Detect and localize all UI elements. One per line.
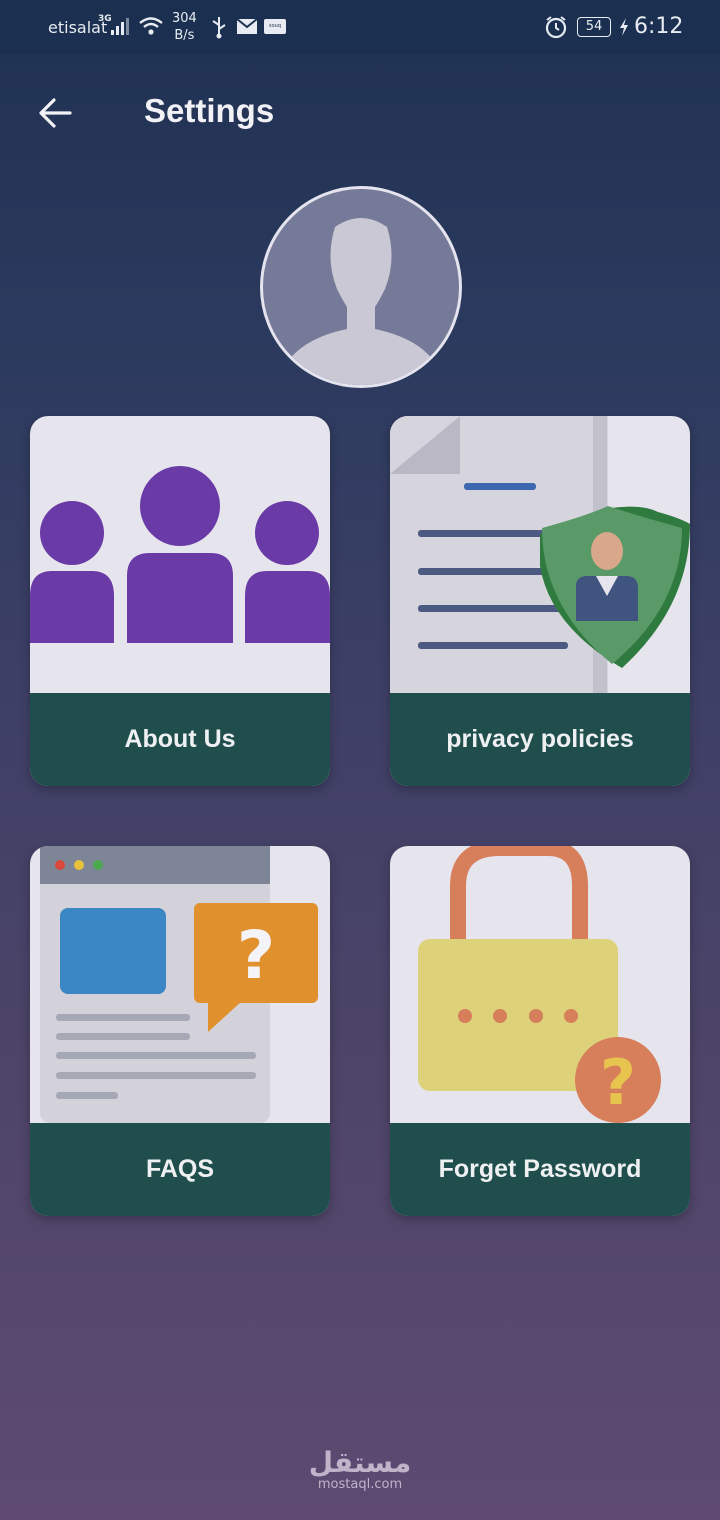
document-shield-icon [390, 416, 690, 693]
signal-icon [111, 18, 129, 35]
battery-icon: 54 [577, 17, 611, 37]
card-label: FAQS [30, 1123, 330, 1216]
speed-value: 304 [172, 11, 197, 26]
watermark-domain: mostaql.com [317, 1477, 403, 1492]
clock-time: 6:12 [634, 14, 684, 39]
watermark-arabic: مستقل [308, 1446, 412, 1479]
people-group-icon [30, 466, 330, 643]
usb-icon [212, 17, 226, 39]
app-notification-icon: souq [264, 19, 286, 34]
page-title: Settings [144, 92, 275, 129]
forget-password-card[interactable]: ? Forget Password [390, 846, 690, 1216]
svg-text:?: ? [237, 917, 275, 994]
faqs-card[interactable]: ? FAQS [30, 846, 330, 1216]
mail-icon [236, 18, 258, 34]
card-label: privacy policies [390, 693, 690, 786]
watermark-logo: مستقل mostaql.com [300, 1448, 420, 1492]
app-header: Settings [0, 80, 720, 150]
network-speed: 304 B/s [172, 10, 197, 44]
about-us-card[interactable]: About Us [30, 416, 330, 786]
card-label: Forget Password [390, 1123, 690, 1216]
browser-question-icon: ? [40, 846, 318, 1123]
arrow-left-icon [39, 98, 72, 128]
alarm-icon [545, 16, 567, 39]
charging-icon [620, 18, 628, 36]
wifi-icon [139, 17, 163, 35]
card-label: About Us [30, 693, 330, 786]
privacy-policies-card[interactable]: privacy policies [390, 416, 690, 786]
speed-unit: B/s [174, 28, 195, 43]
svg-text:?: ? [600, 1046, 636, 1119]
padlock-question-icon: ? [418, 846, 661, 1123]
profile-avatar[interactable] [260, 186, 462, 388]
user-silhouette-icon [283, 218, 439, 385]
status-bar: etisalat 3G 304 B/s souq 54 6:12 [0, 0, 720, 54]
back-button[interactable] [34, 90, 80, 136]
